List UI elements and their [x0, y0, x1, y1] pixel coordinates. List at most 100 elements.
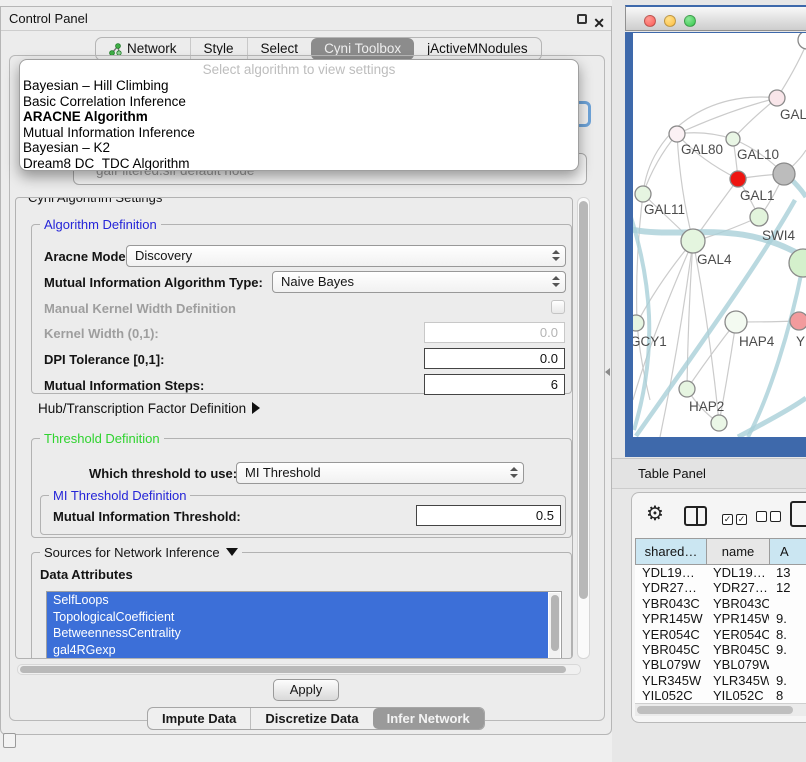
hub-tf-definition-toggle[interactable]: Hub/Transcription Factor Definition [38, 401, 260, 416]
scrollbar-thumb[interactable] [20, 666, 566, 673]
checked-box-icon: ✓ [736, 514, 747, 525]
zoom-traffic-light[interactable] [684, 15, 696, 27]
network-node-label: HAP2 [689, 399, 724, 414]
attribute-list-item[interactable]: TopologicalCoefficient [47, 609, 548, 626]
network-edge [693, 241, 719, 423]
algorithm-dropdown-list: Bayesian – Hill ClimbingBasic Correlatio… [20, 78, 578, 171]
cyni-algorithm-settings-group: Cyni Algorithm Settings Algorithm Defini… [15, 197, 573, 659]
attributes-list-scrollbar[interactable] [549, 593, 560, 659]
table-row[interactable]: YDR27…YDR27…12 [635, 580, 806, 595]
table-file-icon[interactable] [790, 501, 806, 527]
attribute-list-item[interactable]: gal4RGexp [47, 642, 548, 659]
settings-vertical-scrollbar[interactable] [577, 197, 590, 659]
control-panel-window: Control Panel ✕ Network Style Select Cyn… [0, 6, 612, 735]
table-cell: YPR145W [635, 611, 706, 626]
table-row[interactable]: YBR043CYBR043C [635, 596, 806, 611]
data-attributes-items: SelfLoopsTopologicalCoefficientBetweenne… [47, 592, 561, 658]
table-cell: YDR27… [706, 580, 769, 595]
mi-algorithm-type-combo[interactable]: Naive Bayes [272, 271, 566, 293]
algorithm-option[interactable]: Dream8 DC_TDC Algorithm [20, 156, 578, 171]
column-header-partial[interactable]: A [769, 538, 806, 565]
network-node[interactable] [798, 33, 806, 49]
network-node[interactable] [750, 208, 768, 226]
table-horizontal-scrollbar[interactable] [635, 703, 806, 716]
network-node[interactable] [730, 171, 746, 187]
manual-kernel-width-checkbox[interactable] [551, 300, 565, 314]
algorithm-option[interactable]: Bayesian – K2 [20, 140, 578, 156]
gear-icon[interactable]: ⚙ [646, 501, 664, 526]
network-node[interactable] [773, 163, 795, 185]
scrollbar-thumb[interactable] [551, 595, 559, 651]
tab-impute-data[interactable]: Impute Data [148, 708, 250, 729]
table-cell: YBL079W [635, 657, 706, 672]
data-attributes-label: Data Attributes [40, 567, 133, 582]
table-row[interactable]: YPR145WYPR145W9. [635, 611, 806, 626]
deselect-all-columns-icon[interactable] [756, 510, 784, 525]
algorithm-option[interactable]: ARACNE Algorithm [20, 109, 578, 125]
float-panel-icon[interactable] [577, 14, 587, 24]
algorithm-option[interactable]: Basic Correlation Inference [20, 94, 578, 110]
spinner-arrows-icon [510, 467, 517, 478]
collapse-right-icon [252, 402, 260, 414]
mi-threshold-label: Mutual Information Threshold: [53, 509, 241, 524]
table-row[interactable]: YBL079WYBL079W [635, 657, 806, 672]
network-node[interactable] [635, 186, 651, 202]
mi-steps-field[interactable]: 6 [424, 374, 565, 395]
mi-threshold-field[interactable]: 0.5 [416, 505, 561, 526]
tab-discretize-data[interactable]: Discretize Data [250, 708, 372, 729]
network-node[interactable] [725, 311, 747, 333]
panel-splitter-arrow[interactable] [605, 368, 610, 376]
network-node[interactable] [669, 126, 685, 142]
table-cell: YBR043C [706, 596, 769, 611]
network-node[interactable] [711, 415, 727, 431]
select-all-columns-icon[interactable]: ✓✓ [722, 510, 750, 525]
network-node[interactable] [679, 381, 695, 397]
network-node[interactable] [769, 90, 785, 106]
aracne-mode-label: Aracne Mode: [44, 249, 130, 264]
network-node[interactable] [790, 312, 806, 330]
collapsed-panel-icon[interactable] [3, 733, 16, 748]
minimize-traffic-light[interactable] [664, 15, 676, 27]
mi-algorithm-type-value: Naive Bayes [281, 274, 354, 289]
scrollbar-thumb[interactable] [637, 706, 793, 714]
mi-threshold-definition-group: MI Threshold Definition Mutual Informati… [40, 495, 566, 535]
node-table: shared… name A YDL19…YDL19…13YDR27…YDR27… [635, 538, 806, 704]
table-cell [769, 657, 806, 672]
table-cell: 8. [769, 627, 806, 642]
aracne-mode-combo[interactable]: Discovery [126, 245, 566, 267]
application-window: Control Panel ✕ Network Style Select Cyn… [0, 0, 806, 762]
settings-horizontal-scrollbar[interactable] [17, 664, 581, 675]
columns-divider [696, 508, 698, 524]
algorithm-option[interactable]: Bayesian – Hill Climbing [20, 78, 578, 94]
dpi-tolerance-field[interactable]: 0.0 [424, 348, 565, 369]
table-row[interactable]: YER054CYER054C8. [635, 627, 806, 642]
table-row[interactable]: YBR045CYBR045C9. [635, 642, 806, 657]
close-panel-icon[interactable]: ✕ [593, 11, 605, 35]
table-row[interactable]: YDL19…YDL19…13 [635, 565, 806, 580]
columns-layout-icon[interactable] [684, 506, 707, 526]
table-row[interactable]: YLR345WYLR345W9. [635, 673, 806, 688]
network-node[interactable] [726, 132, 740, 146]
close-traffic-light[interactable] [644, 15, 656, 27]
algorithm-option[interactable]: Mutual Information Inference [20, 125, 578, 141]
attribute-list-item[interactable]: SelfLoops [47, 592, 548, 609]
which-threshold-combo[interactable]: MI Threshold [236, 462, 524, 484]
attribute-list-item[interactable]: BetweennessCentrality [47, 625, 548, 642]
mi-threshold-definition-title: MI Threshold Definition [49, 488, 190, 503]
column-header-name[interactable]: name [706, 538, 769, 565]
network-node[interactable] [633, 315, 644, 331]
table-cell: YLR345W [635, 673, 706, 688]
column-header-shared[interactable]: shared… [635, 538, 706, 565]
tab-infer-network[interactable]: Infer Network [373, 708, 484, 729]
table-body: YDL19…YDL19…13YDR27…YDR27…12YBR043CYBR04… [635, 565, 806, 704]
table-panel-window: ⚙ ✓✓ shared… name A YDL19…YDL19…13YDR27…… [631, 492, 806, 723]
sources-group-title[interactable]: Sources for Network Inference [40, 545, 242, 560]
kernel-width-field[interactable]: 0.0 [424, 322, 565, 343]
apply-button[interactable]: Apply [273, 679, 339, 701]
control-panel-title: Control Panel [9, 11, 88, 26]
network-canvas[interactable]: GALGAL80GAL10GAL1GAL11SWI4GAL4GCY1HAP4YH… [633, 33, 806, 437]
table-row[interactable]: YIL052CYIL052C8 [635, 688, 806, 703]
network-node[interactable] [681, 229, 705, 253]
table-cell: YDL19… [706, 565, 769, 580]
scrollbar-thumb[interactable] [579, 201, 588, 599]
